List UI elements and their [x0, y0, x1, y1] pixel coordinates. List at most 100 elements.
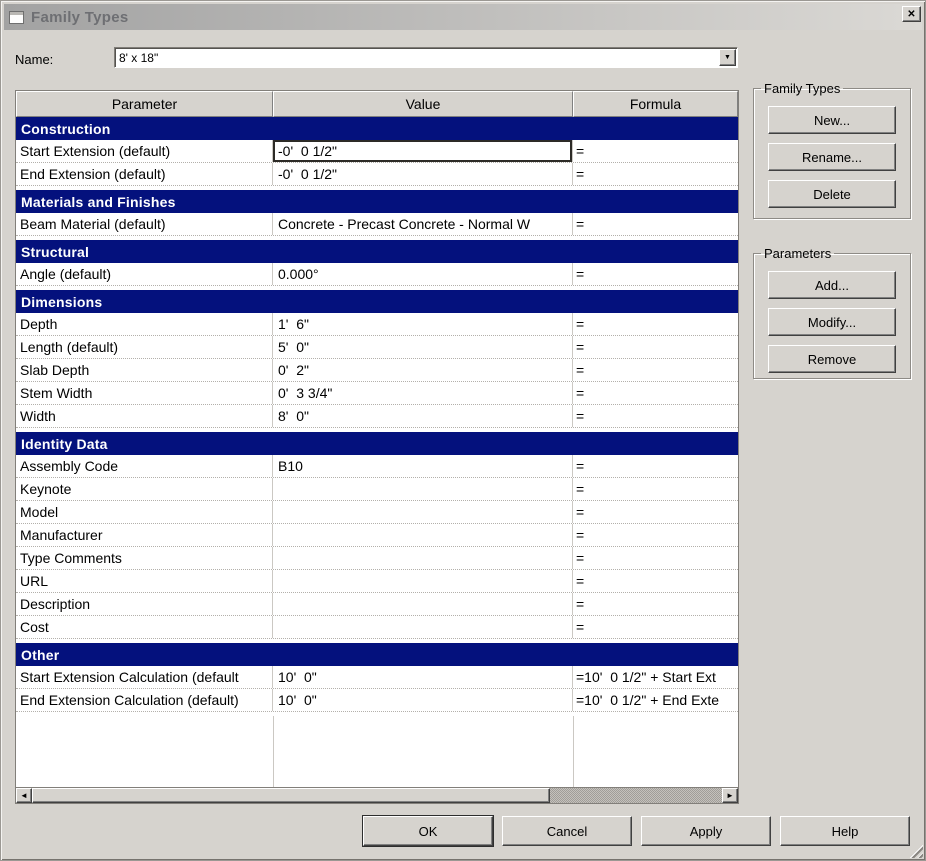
name-combobox-value: 8' x 18": [119, 50, 159, 65]
value-cell[interactable]: [273, 524, 573, 546]
parameter-cell: Manufacturer: [16, 524, 273, 546]
name-label: Name:: [15, 52, 54, 67]
apply-button[interactable]: Apply: [641, 816, 771, 846]
help-button[interactable]: Help: [780, 816, 910, 846]
formula-cell[interactable]: =: [573, 501, 738, 523]
column-header-parameter[interactable]: Parameter: [16, 91, 273, 117]
table-row: Depth 1' 6" =: [16, 313, 738, 336]
table-body: Construction Start Extension (default) -0'…: [16, 117, 738, 787]
formula-cell[interactable]: =: [573, 382, 738, 404]
parameter-cell: Start Extension Calculation (default: [16, 666, 273, 688]
value-cell[interactable]: [273, 616, 573, 638]
scrollbar-thumb[interactable]: [32, 788, 550, 803]
formula-cell[interactable]: =: [573, 570, 738, 592]
parameter-cell: URL: [16, 570, 273, 592]
modify-button[interactable]: Modify...: [768, 308, 896, 336]
cancel-button[interactable]: Cancel: [502, 816, 632, 846]
section-header: Other: [16, 643, 738, 666]
formula-cell[interactable]: =: [573, 213, 738, 235]
remove-button[interactable]: Remove: [768, 345, 896, 373]
close-icon: ✕: [907, 8, 916, 20]
scroll-left-icon: ◄: [20, 791, 28, 800]
parameter-cell: Depth: [16, 313, 273, 335]
value-cell[interactable]: Concrete - Precast Concrete - Normal W: [273, 213, 573, 235]
parameter-cell: Cost: [16, 616, 273, 638]
section-header: Structural: [16, 240, 738, 263]
value-cell[interactable]: 8' 0": [273, 405, 573, 427]
formula-cell[interactable]: =: [573, 336, 738, 358]
parameter-cell: Model: [16, 501, 273, 523]
scrollbar-track[interactable]: [550, 788, 722, 803]
column-header-value[interactable]: Value: [273, 91, 573, 117]
ok-button[interactable]: OK: [363, 816, 493, 846]
table-row: Cost =: [16, 616, 738, 639]
value-cell[interactable]: [273, 570, 573, 592]
family-types-group: Family Types New... Rename... Delete: [753, 81, 911, 219]
table-row: Assembly Code B10 =: [16, 455, 738, 478]
parameters-table: Parameter Value Formula Construction Star…: [15, 90, 739, 804]
footer-buttons: OK Cancel Apply Help: [363, 816, 910, 846]
parameter-cell: Width: [16, 405, 273, 427]
formula-cell[interactable]: =: [573, 593, 738, 615]
formula-cell[interactable]: =: [573, 263, 738, 285]
table-row: Start Extension Calculation (default 10' …: [16, 666, 738, 689]
table-row: Manufacturer =: [16, 524, 738, 547]
formula-cell[interactable]: =: [573, 313, 738, 335]
delete-button[interactable]: Delete: [768, 180, 896, 208]
formula-cell[interactable]: =: [573, 163, 738, 185]
parameters-group: Parameters Add... Modify... Remove: [753, 246, 911, 379]
formula-cell[interactable]: =: [573, 547, 738, 569]
table-row: End Extension Calculation (default) 10' 0…: [16, 689, 738, 712]
table-row: Description =: [16, 593, 738, 616]
close-button[interactable]: ✕: [902, 6, 921, 22]
scroll-left-button[interactable]: ◄: [16, 788, 32, 803]
name-combobox[interactable]: 8' x 18" ▼: [114, 47, 738, 68]
table-row: Keynote =: [16, 478, 738, 501]
section-header: Construction: [16, 117, 738, 140]
formula-cell[interactable]: =: [573, 616, 738, 638]
value-cell[interactable]: 10' 0": [273, 666, 573, 688]
value-cell[interactable]: 5' 0": [273, 336, 573, 358]
value-cell[interactable]: B10: [273, 455, 573, 477]
column-header-formula[interactable]: Formula: [573, 91, 738, 117]
section-header: Dimensions: [16, 290, 738, 313]
new-button[interactable]: New...: [768, 106, 896, 134]
value-cell[interactable]: [273, 478, 573, 500]
formula-cell[interactable]: =: [573, 405, 738, 427]
table-row: Model =: [16, 501, 738, 524]
parameter-cell: Beam Material (default): [16, 213, 273, 235]
scroll-right-button[interactable]: ►: [722, 788, 738, 803]
formula-cell[interactable]: =10' 0 1/2" + Start Ext: [573, 666, 738, 688]
value-cell[interactable]: [273, 593, 573, 615]
formula-cell[interactable]: =: [573, 455, 738, 477]
value-cell[interactable]: 10' 0": [273, 689, 573, 711]
value-cell[interactable]: [273, 547, 573, 569]
parameter-cell: Type Comments: [16, 547, 273, 569]
value-cell[interactable]: 0' 2": [273, 359, 573, 381]
value-cell[interactable]: 0' 3 3/4": [273, 382, 573, 404]
resize-grip[interactable]: [908, 843, 923, 858]
table-row: Length (default) 5' 0" =: [16, 336, 738, 359]
formula-cell[interactable]: =10' 0 1/2" + End Exte: [573, 689, 738, 711]
formula-cell[interactable]: =: [573, 478, 738, 500]
value-cell[interactable]: -0' 0 1/2": [273, 140, 573, 162]
formula-cell[interactable]: =: [573, 524, 738, 546]
rename-button[interactable]: Rename...: [768, 143, 896, 171]
value-cell[interactable]: [273, 501, 573, 523]
table-row: Beam Material (default) Concrete - Precas…: [16, 213, 738, 236]
horizontal-scrollbar[interactable]: ◄ ►: [16, 787, 738, 803]
value-cell[interactable]: -0' 0 1/2": [273, 163, 573, 185]
dropdown-arrow-icon[interactable]: ▼: [719, 49, 736, 66]
table-row: Type Comments =: [16, 547, 738, 570]
value-cell[interactable]: 1' 6": [273, 313, 573, 335]
parameter-cell: Angle (default): [16, 263, 273, 285]
value-cell[interactable]: 0.000°: [273, 263, 573, 285]
add-button[interactable]: Add...: [768, 271, 896, 299]
formula-cell[interactable]: =: [573, 359, 738, 381]
family-types-dialog: Family Types ✕ Name: 8' x 18" ▼ Paramete…: [0, 0, 926, 861]
section-spacer: [16, 712, 738, 716]
formula-cell[interactable]: =: [573, 140, 738, 162]
table-row: Start Extension (default) -0' 0 1/2" =: [16, 140, 738, 163]
table-row: End Extension (default) -0' 0 1/2" =: [16, 163, 738, 186]
parameters-group-label: Parameters: [764, 246, 832, 261]
